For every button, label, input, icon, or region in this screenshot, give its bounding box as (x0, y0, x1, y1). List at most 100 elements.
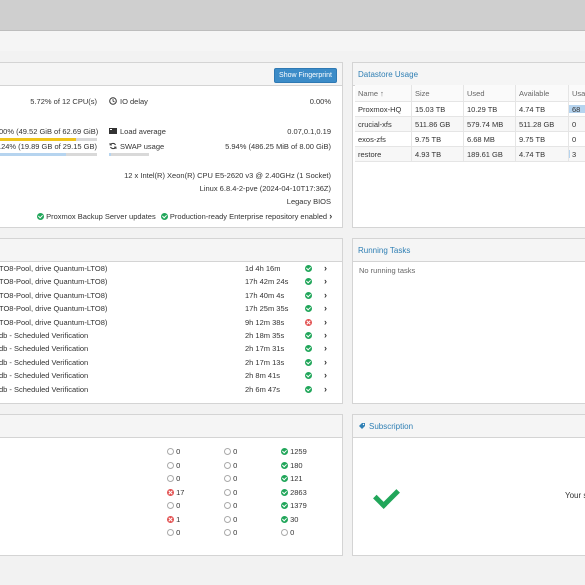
count-neutral-icon (224, 515, 231, 523)
tasks-panel-header (0, 239, 342, 262)
updates-label: Proxmox Backup Server updates (46, 212, 156, 221)
datastore-panel-header: Datastore Usage (353, 63, 585, 86)
task-duration: 2h 6m 47s (245, 384, 281, 394)
datastore-name-cell: exos-zfs (355, 131, 412, 147)
count-value: 0 (290, 528, 295, 537)
clock-icon (109, 97, 117, 105)
datastore-usage-value: 3 (572, 149, 577, 159)
task-duration: 2h 8m 41s (245, 371, 281, 381)
count-value: 1 (176, 514, 181, 524)
datastore-panel-title: Datastore Usage (358, 69, 419, 79)
count-value: 2863 (290, 487, 307, 497)
task-duration: 2h 17m 31s (245, 344, 285, 354)
count-error-icon (167, 488, 174, 496)
datastore-size-cell: 4.93 TB (411, 146, 464, 162)
count-value: 0 (176, 528, 181, 537)
count-ok-icon (281, 461, 288, 469)
datastore-name-cell: restore (355, 146, 412, 162)
task-description: db - Scheduled Verification (0, 371, 89, 381)
task-status-ok-icon (305, 278, 312, 286)
count-ok-icon (281, 488, 288, 496)
hd-usage-bar (0, 153, 97, 156)
subscription-status-text: Your s (565, 491, 585, 500)
chevron-right-icon[interactable]: › (324, 263, 327, 273)
task-description: db - Scheduled Verification (0, 357, 89, 367)
subscription-title: Subscription (369, 421, 414, 431)
datastore-used-cell: 10.29 TB (463, 101, 516, 117)
count-value: 30 (290, 514, 299, 524)
repository-label: Production-ready Enterprise repository e… (169, 212, 328, 221)
datastore-avail-cell: 4.74 TB (515, 146, 569, 162)
datastore-usage-cell: 0 (568, 116, 585, 132)
no-running-tasks-text: No running tasks (359, 266, 416, 275)
column-header-used[interactable]: Used (463, 85, 516, 102)
chevron-right-icon[interactable]: › (324, 384, 327, 394)
load-average-value: 0.07,0.1,0.19 (287, 127, 331, 136)
task-description: TO8-Pool, drive Quantum-LTO8) (0, 277, 108, 287)
ticket-icon (358, 422, 366, 430)
chevron-right-icon[interactable]: › (324, 276, 327, 286)
datastore-name-cell: crucial-xfs (355, 116, 412, 132)
updates-ok-icon (37, 213, 44, 220)
datastore-avail-cell: 511.28 GB (515, 116, 569, 132)
datastore-avail-cell: 9.75 TB (515, 131, 569, 147)
chevron-right-icon[interactable]: › (324, 357, 327, 367)
hd-usage-fill (0, 153, 66, 156)
io-delay-text: IO delay (120, 97, 148, 106)
datastore-row[interactable]: exos-zfs 9.75 TB 6.68 MB 9.75 TB 0 (355, 131, 585, 147)
datastore-usage-panel: Datastore Usage Name ↑ Size Used Availab… (352, 62, 585, 228)
datastore-usage-value: 0 (572, 134, 577, 144)
chevron-right-icon[interactable]: › (324, 290, 327, 300)
datastore-used-cell: 6.68 MB (463, 131, 516, 147)
task-duration: 17h 42m 24s (245, 277, 289, 287)
server-icon (109, 127, 117, 135)
datastore-size-cell: 15.03 TB (411, 101, 464, 117)
ram-usage-bar (0, 138, 97, 141)
show-fingerprint-button[interactable]: Show Fingerprint (274, 68, 337, 83)
chevron-right-icon[interactable]: › (324, 330, 327, 340)
io-delay-value: 0.00% (309, 97, 331, 106)
datastore-row[interactable]: Proxmox-HQ 15.03 TB 10.29 TB 4.74 TB 68 (355, 101, 585, 117)
cpu-usage-value: 5.72% of 12 CPU(s) (30, 97, 97, 106)
datastore-usage-value: 0 (572, 119, 577, 129)
datastore-row[interactable]: crucial-xfs 511.86 GB 579.74 MB 511.28 GB 0 (355, 116, 585, 132)
repository-status[interactable]: Proxmox Backup Server updates Production… (37, 211, 332, 221)
datastore-row[interactable]: restore 4.93 TB 189.61 GB 4.74 TB 3 (355, 146, 585, 162)
column-header-usage[interactable]: Usag (568, 85, 585, 102)
chevron-right-icon[interactable]: › (324, 303, 327, 313)
count-neutral-icon (224, 448, 231, 455)
column-header-size[interactable]: Size (411, 85, 464, 102)
count-neutral-icon (281, 529, 288, 536)
datastore-table-header: Name ↑ Size Used Available Usag (355, 85, 585, 102)
column-header-available[interactable]: Available (515, 85, 569, 102)
task-status-ok-icon (305, 358, 312, 366)
task-status-ok-icon (305, 291, 312, 299)
count-value: 1259 (290, 447, 307, 456)
count-ok-icon (281, 475, 288, 482)
swap-usage-label: SWAP usage (109, 142, 164, 151)
chevron-right-icon[interactable]: › (324, 317, 327, 327)
count-neutral-icon (167, 529, 174, 536)
count-error-icon (167, 515, 174, 523)
datastore-size-cell: 9.75 TB (411, 131, 464, 147)
subscription-header: Subscription (353, 415, 585, 438)
task-status-ok-icon (305, 345, 312, 353)
task-description: db - Scheduled Verification (0, 384, 89, 394)
io-delay-label: IO delay (109, 97, 148, 106)
chevron-right-icon[interactable]: › (324, 343, 327, 353)
column-header-name[interactable]: Name ↑ (355, 85, 412, 102)
task-description: db - Scheduled Verification (0, 344, 89, 354)
count-value: 0 (233, 501, 238, 510)
count-value: 121 (290, 474, 303, 483)
hd-usage-value: .24% (19.89 GB of 29.15 GB) (0, 142, 97, 151)
datastore-usage-value: 68 (572, 104, 581, 114)
count-ok-icon (281, 448, 288, 455)
counts-panel-header (0, 415, 342, 438)
task-description: db - Scheduled Verification (0, 331, 89, 340)
subscription-panel: Subscription Your s (352, 414, 585, 556)
count-neutral-icon (224, 475, 231, 482)
count-value: 0 (233, 487, 238, 497)
datastore-usage-cell: 68 (568, 101, 585, 117)
chevron-right-icon[interactable]: › (324, 370, 327, 380)
task-status-error-icon (305, 318, 312, 326)
